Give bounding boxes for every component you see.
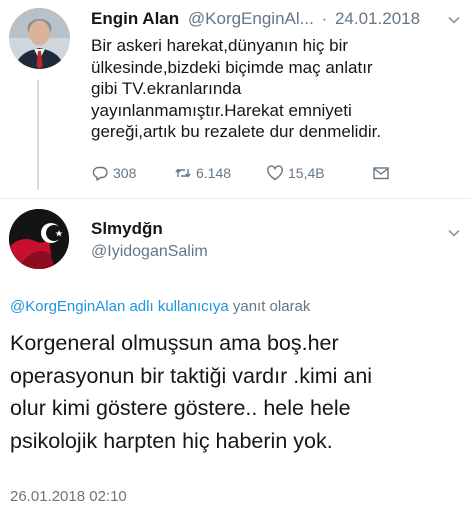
thread-line [37,80,39,190]
retweet-button[interactable]: 6.148 [174,162,231,184]
tweet-text-line: Bir askeri harekat,dünyanın hiç bir [91,36,349,55]
reply-count: 308 [113,165,137,181]
avatar-crescent-flag-icon [9,209,69,269]
tweet-text-line: gereği,artık bu rezalete dur denmelidir. [91,122,382,142]
retweet-icon [175,168,191,178]
tweet-text-line: olur kimi göstere göstere.. hele hele [10,396,351,420]
avatar[interactable] [9,8,70,69]
tweet-header: Engin Alan @KorgEnginAl... · 24.01.2018 [91,8,461,30]
reply-to-mention-link[interactable]: @KorgEnginAlan adlı kullanıcıya [10,298,229,315]
like-count: 15,4B [288,165,325,181]
author-name[interactable]: Slmydğn [91,218,163,240]
tweet-actions: 308 6.148 15,4B [91,162,421,184]
heart-icon [267,165,283,181]
tweet-text: Korgeneral olmuşsun ama boş.her operasyo… [10,327,465,457]
separator-dot: · [321,9,328,28]
tweet-text: Bir askeri harekat,dünyanın hiç bir ülke… [91,35,461,143]
author-name[interactable]: Engin Alan [91,9,179,28]
divider [0,198,471,199]
chevron-down-icon[interactable] [447,226,461,240]
avatar[interactable] [9,209,69,269]
reply-button[interactable]: 308 [91,162,136,184]
author-handle[interactable]: @IyidoganSalim [91,241,208,263]
tweet-text-line: Korgeneral olmuşsun ama boş.her [10,331,339,355]
tweet-text-line: gibi TV.ekranlarında [91,79,242,99]
envelope-icon [373,167,389,180]
tweet-text-line: operasyonun bir taktiği vardır .kimi ani [10,363,373,388]
author-handle[interactable]: @KorgEnginAl... [188,9,314,28]
tweet-timestamp[interactable]: 26.01.2018 02:10 [10,487,127,507]
like-button[interactable]: 15,4B [266,162,325,184]
avatar-portrait-icon [9,8,70,69]
tweet-date[interactable]: 24.01.2018 [335,9,420,28]
tweet-text-line: yayınlanmamıştır.Harekat emniyeti [91,100,352,120]
reply-context: @KorgEnginAlan adlı kullanıcıya yanıt ol… [10,297,310,317]
tweet-screenshot: Engin Alan @KorgEnginAl... · 24.01.2018 … [0,0,471,525]
reply-to-suffix: yanıt olarak [232,298,311,315]
tweet-text-line: psikolojik harpten hiç haberin yok. [10,428,333,453]
tweet-text-line: ülkesinde,bizdeki biçimde maç anlatır [91,57,373,77]
chevron-down-icon[interactable] [447,13,461,27]
retweet-count: 6.148 [196,165,232,181]
parent-tweet[interactable]: Engin Alan @KorgEnginAl... · 24.01.2018 … [0,0,471,198]
direct-message-button[interactable] [372,162,394,184]
reply-icon [92,166,108,181]
